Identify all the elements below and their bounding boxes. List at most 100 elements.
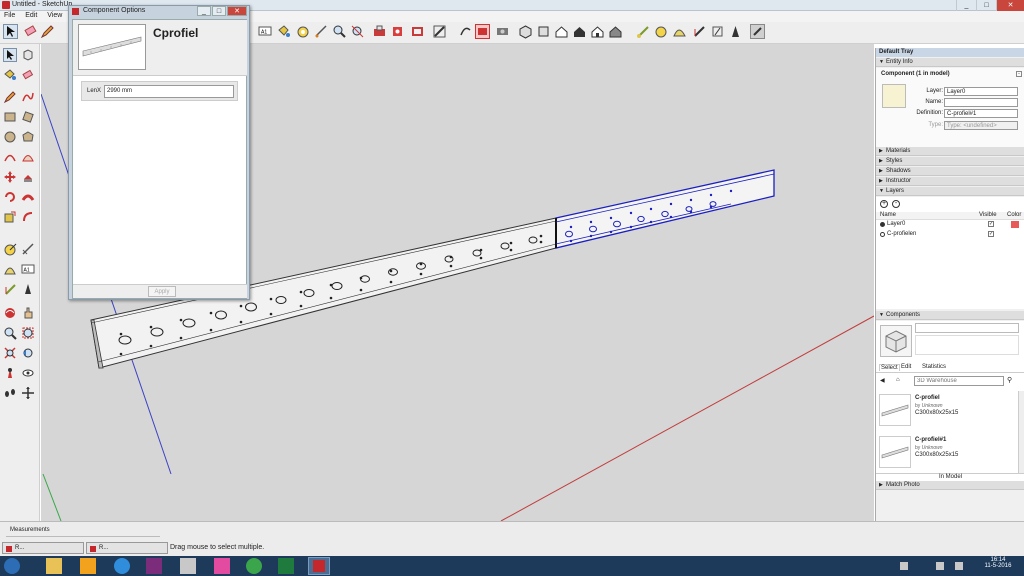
remove-layer-icon[interactable]: -	[892, 200, 900, 208]
layer-visible-checkbox[interactable]: ✓	[988, 231, 994, 237]
instructor-header[interactable]: ▶ Instructor	[876, 177, 1024, 186]
rotated-rectangle-icon[interactable]	[21, 110, 35, 124]
tab-statistics[interactable]: Statistics	[922, 364, 946, 370]
3d-text-icon[interactable]	[21, 282, 35, 296]
share-component-icon[interactable]	[390, 24, 405, 39]
clock[interactable]: 16:14 11-5-2016	[980, 557, 1016, 569]
freehand-icon[interactable]	[21, 90, 35, 104]
zoom-tool-icon[interactable]	[332, 24, 347, 39]
position-camera-icon[interactable]	[728, 24, 743, 39]
apply-button[interactable]: Apply	[148, 286, 176, 297]
component-search-input[interactable]	[914, 376, 1004, 386]
make-component-icon[interactable]	[21, 48, 35, 62]
rotate-tool-icon[interactable]	[3, 190, 17, 204]
document-app-icon[interactable]	[180, 558, 196, 574]
axes-icon[interactable]	[692, 24, 707, 39]
list-item[interactable]: C-profiel by Unknown C300x80x25x15	[876, 391, 1016, 431]
layers-header[interactable]: ▼ Layers	[876, 187, 1024, 196]
layers-col-color[interactable]: Color	[1007, 212, 1021, 218]
search-icon[interactable]: ⚲	[1007, 376, 1012, 384]
scale-tool-icon[interactable]	[3, 210, 17, 224]
top-view-icon[interactable]	[536, 24, 551, 39]
layer-color-swatch[interactable]	[1011, 221, 1019, 228]
active-layer-radio[interactable]	[880, 222, 885, 227]
minimize-button[interactable]: _	[956, 0, 976, 11]
entity-info-header[interactable]: ▼ Entity Info	[876, 58, 1024, 67]
push-pull-icon[interactable]	[21, 170, 35, 184]
pencil-tool-icon[interactable]	[40, 24, 55, 39]
outlook-icon[interactable]	[80, 558, 96, 574]
left-view-icon[interactable]	[608, 24, 623, 39]
section-plane-left-icon[interactable]	[21, 386, 35, 400]
internet-explorer-icon[interactable]	[114, 558, 130, 574]
sketchup-taskbar-button[interactable]	[308, 557, 330, 575]
explorer-icon[interactable]	[46, 558, 62, 574]
orbit-icon[interactable]	[458, 24, 473, 39]
inactive-layer-radio[interactable]	[880, 232, 885, 237]
dimension-left-icon[interactable]	[21, 242, 35, 256]
layer-visible-checkbox[interactable]: ✓	[988, 221, 994, 227]
text-left-icon[interactable]: A1	[21, 262, 35, 276]
axes-left-icon[interactable]	[3, 282, 17, 296]
dialog-minimize-button[interactable]: _	[197, 6, 211, 16]
select-arrow-icon[interactable]	[3, 48, 17, 62]
component-description-field[interactable]	[915, 335, 1019, 355]
minimized-window[interactable]: R...	[86, 542, 168, 554]
entity-info-toggle-icon[interactable]: -	[1016, 71, 1022, 77]
pan-left-icon[interactable]	[21, 306, 35, 320]
menu-file[interactable]: File	[0, 11, 19, 20]
components-header[interactable]: ▼ Components	[876, 311, 1024, 320]
iso-view-icon[interactable]	[518, 24, 533, 39]
back-view-icon[interactable]	[590, 24, 605, 39]
design-app-icon[interactable]	[214, 558, 230, 574]
volume-icon[interactable]	[955, 562, 963, 570]
list-item[interactable]: C-profiel#1 by Unknown C300x80x25x15	[876, 433, 1016, 473]
minimized-window[interactable]: R...	[2, 542, 84, 554]
zoom-window-left-icon[interactable]	[21, 326, 35, 340]
dimension-tool-icon[interactable]	[314, 24, 329, 39]
pie-tool-icon[interactable]	[21, 150, 35, 164]
orbit-left-icon[interactable]	[3, 306, 17, 320]
follow-me-icon[interactable]	[636, 24, 651, 39]
start-button-icon[interactable]	[4, 558, 20, 574]
tray-notification-icon[interactable]	[900, 562, 908, 570]
chrome-style-icon[interactable]	[246, 558, 262, 574]
rectangle-tool-icon[interactable]	[3, 110, 17, 124]
camera-icon[interactable]	[495, 24, 510, 39]
select-tool-icon[interactable]	[3, 24, 18, 39]
styles-header[interactable]: ▶ Styles	[876, 157, 1024, 166]
layout-icon[interactable]	[750, 24, 765, 39]
measure-icon[interactable]	[654, 24, 669, 39]
paint-bucket-icon[interactable]	[276, 24, 291, 39]
layers-col-name[interactable]: Name	[880, 212, 896, 218]
previous-view-icon[interactable]	[21, 346, 35, 360]
media-app-icon[interactable]	[146, 558, 162, 574]
eraser-icon[interactable]	[21, 68, 35, 82]
walk-icon[interactable]	[710, 24, 725, 39]
materials-header[interactable]: ▶ Materials	[876, 147, 1024, 156]
menu-view[interactable]: View	[43, 11, 66, 20]
back-icon[interactable]: ◀	[880, 377, 885, 384]
layers-col-visible[interactable]: Visible	[979, 212, 997, 218]
dialog-maximize-button[interactable]: □	[212, 6, 226, 16]
dialog-title-bar[interactable]: Component Options _ □ ✕	[69, 6, 249, 17]
paint-icon[interactable]	[3, 68, 17, 82]
match-photo-header[interactable]: ▶ Match Photo	[876, 481, 1024, 490]
text-tool-icon[interactable]: A1	[258, 24, 273, 39]
warehouse-icon[interactable]	[372, 24, 387, 39]
layer-select[interactable]: Layer0	[944, 87, 1018, 96]
pan-tool-icon[interactable]	[475, 24, 490, 39]
move-tool-icon[interactable]	[3, 170, 17, 184]
section-plane-icon[interactable]	[432, 24, 447, 39]
position-camera-left-icon[interactable]	[3, 366, 17, 380]
front-view-icon[interactable]	[554, 24, 569, 39]
look-around-icon[interactable]	[21, 366, 35, 380]
shadows-header[interactable]: ▶ Shadows	[876, 167, 1024, 176]
type-select[interactable]: Type: <undefined>	[944, 121, 1018, 130]
protractor-left-icon[interactable]	[3, 262, 17, 276]
excel-icon[interactable]	[278, 558, 294, 574]
tab-select[interactable]: Select	[879, 364, 900, 371]
tape-measure-left-icon[interactable]	[3, 242, 17, 256]
tape-measure-icon[interactable]	[296, 24, 311, 39]
walk-footprints-icon[interactable]	[3, 386, 17, 400]
